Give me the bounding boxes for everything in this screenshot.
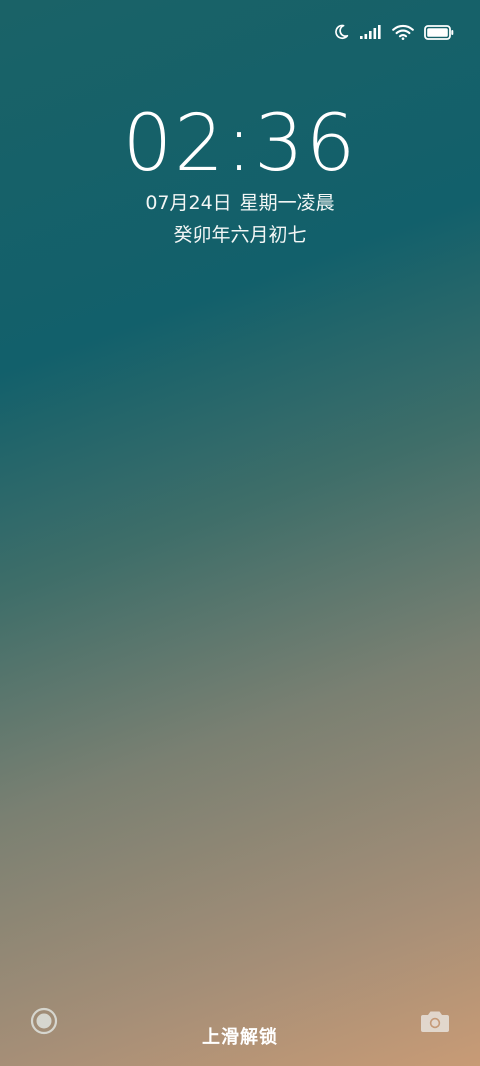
date-line: 07月24日 星期一凌晨	[0, 190, 480, 216]
battery-icon	[424, 24, 454, 40]
signal-icon	[360, 25, 382, 39]
clock-widget: 02:36 07月24日 星期一凌晨 癸卯年六月初七	[0, 100, 480, 248]
clock-time: 02:36	[122, 99, 358, 189]
wifi-icon	[392, 24, 414, 40]
date-text: 07月24日	[145, 192, 232, 214]
unlock-hint: 上滑解锁	[202, 1027, 278, 1048]
camera-icon[interactable]	[420, 1008, 450, 1034]
lock-screen[interactable]: { "status_bar": { "icons": ["moon-icon",…	[0, 0, 480, 1066]
status-bar	[332, 18, 454, 46]
weekday-text: 星期一凌晨	[239, 192, 335, 214]
lunar-date: 癸卯年六月初七	[173, 224, 307, 246]
moon-icon	[332, 23, 350, 41]
